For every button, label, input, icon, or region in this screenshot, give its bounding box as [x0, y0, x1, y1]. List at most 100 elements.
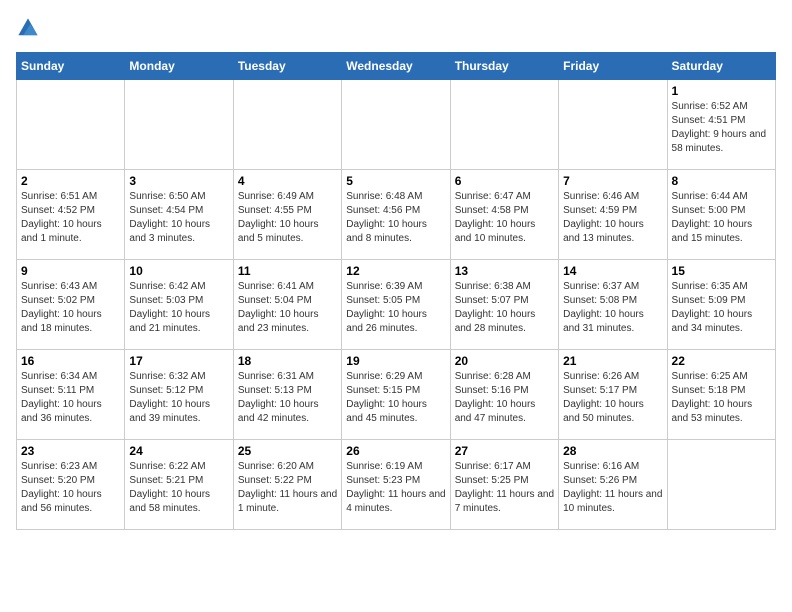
weekday-header-friday: Friday — [559, 53, 667, 80]
calendar-cell: 28 Sunrise: 6:16 AMSunset: 5:26 PMDayligh… — [559, 440, 667, 530]
day-number: 5 — [346, 174, 445, 188]
calendar-cell: 9 Sunrise: 6:43 AMSunset: 5:02 PMDaylight… — [17, 260, 125, 350]
calendar-cell: 20 Sunrise: 6:28 AMSunset: 5:16 PMDayligh… — [450, 350, 558, 440]
calendar-cell — [233, 80, 341, 170]
calendar-table: SundayMondayTuesdayWednesdayThursdayFrid… — [16, 52, 776, 530]
day-info: Sunrise: 6:29 AMSunset: 5:15 PMDaylight:… — [346, 370, 445, 426]
day-number: 25 — [238, 444, 337, 458]
day-info: Sunrise: 6:19 AMSunset: 5:23 PMDaylight:… — [346, 460, 445, 516]
calendar-cell: 15 Sunrise: 6:35 AMSunset: 5:09 PMDayligh… — [667, 260, 775, 350]
day-number: 10 — [129, 264, 228, 278]
calendar-cell: 10 Sunrise: 6:42 AMSunset: 5:03 PMDayligh… — [125, 260, 233, 350]
calendar-cell: 8 Sunrise: 6:44 AMSunset: 5:00 PMDaylight… — [667, 170, 775, 260]
day-info: Sunrise: 6:28 AMSunset: 5:16 PMDaylight:… — [455, 370, 554, 426]
day-number: 9 — [21, 264, 120, 278]
weekday-header-row: SundayMondayTuesdayWednesdayThursdayFrid… — [17, 53, 776, 80]
calendar-cell: 11 Sunrise: 6:41 AMSunset: 5:04 PMDayligh… — [233, 260, 341, 350]
calendar-cell: 26 Sunrise: 6:19 AMSunset: 5:23 PMDayligh… — [342, 440, 450, 530]
day-number: 21 — [563, 354, 662, 368]
day-info: Sunrise: 6:37 AMSunset: 5:08 PMDaylight:… — [563, 280, 662, 336]
day-info: Sunrise: 6:26 AMSunset: 5:17 PMDaylight:… — [563, 370, 662, 426]
day-number: 2 — [21, 174, 120, 188]
day-info: Sunrise: 6:22 AMSunset: 5:21 PMDaylight:… — [129, 460, 228, 516]
day-number: 14 — [563, 264, 662, 278]
day-number: 6 — [455, 174, 554, 188]
calendar-cell: 2 Sunrise: 6:51 AMSunset: 4:52 PMDaylight… — [17, 170, 125, 260]
day-info: Sunrise: 6:17 AMSunset: 5:25 PMDaylight:… — [455, 460, 554, 516]
day-number: 13 — [455, 264, 554, 278]
day-number: 3 — [129, 174, 228, 188]
day-number: 16 — [21, 354, 120, 368]
calendar-cell — [125, 80, 233, 170]
day-info: Sunrise: 6:23 AMSunset: 5:20 PMDaylight:… — [21, 460, 120, 516]
calendar-cell: 24 Sunrise: 6:22 AMSunset: 5:21 PMDayligh… — [125, 440, 233, 530]
day-info: Sunrise: 6:32 AMSunset: 5:12 PMDaylight:… — [129, 370, 228, 426]
day-info: Sunrise: 6:43 AMSunset: 5:02 PMDaylight:… — [21, 280, 120, 336]
day-info: Sunrise: 6:39 AMSunset: 5:05 PMDaylight:… — [346, 280, 445, 336]
calendar-cell: 25 Sunrise: 6:20 AMSunset: 5:22 PMDayligh… — [233, 440, 341, 530]
calendar-cell — [17, 80, 125, 170]
day-info: Sunrise: 6:34 AMSunset: 5:11 PMDaylight:… — [21, 370, 120, 426]
day-number: 28 — [563, 444, 662, 458]
week-row-2: 2 Sunrise: 6:51 AMSunset: 4:52 PMDaylight… — [17, 170, 776, 260]
calendar-cell — [342, 80, 450, 170]
calendar-cell: 17Sunrise: 6:32 AMSunset: 5:12 PMDayligh… — [125, 350, 233, 440]
weekday-header-tuesday: Tuesday — [233, 53, 341, 80]
day-info: Sunrise: 6:44 AMSunset: 5:00 PMDaylight:… — [672, 190, 771, 246]
calendar-cell — [559, 80, 667, 170]
day-number: 19 — [346, 354, 445, 368]
day-info: Sunrise: 6:42 AMSunset: 5:03 PMDaylight:… — [129, 280, 228, 336]
day-info: Sunrise: 6:47 AMSunset: 4:58 PMDaylight:… — [455, 190, 554, 246]
calendar-cell: 7 Sunrise: 6:46 AMSunset: 4:59 PMDaylight… — [559, 170, 667, 260]
day-number: 12 — [346, 264, 445, 278]
day-info: Sunrise: 6:49 AMSunset: 4:55 PMDaylight:… — [238, 190, 337, 246]
day-number: 23 — [21, 444, 120, 458]
weekday-header-thursday: Thursday — [450, 53, 558, 80]
day-info: Sunrise: 6:35 AMSunset: 5:09 PMDaylight:… — [672, 280, 771, 336]
calendar-cell: 4 Sunrise: 6:49 AMSunset: 4:55 PMDaylight… — [233, 170, 341, 260]
day-number: 27 — [455, 444, 554, 458]
day-number: 24 — [129, 444, 228, 458]
day-info: Sunrise: 6:16 AMSunset: 5:26 PMDaylight:… — [563, 460, 662, 516]
day-number: 4 — [238, 174, 337, 188]
calendar-cell — [667, 440, 775, 530]
calendar-cell: 12 Sunrise: 6:39 AMSunset: 5:05 PMDayligh… — [342, 260, 450, 350]
week-row-5: 23 Sunrise: 6:23 AMSunset: 5:20 PMDayligh… — [17, 440, 776, 530]
calendar-cell: 1 Sunrise: 6:52 AMSunset: 4:51 PMDaylight… — [667, 80, 775, 170]
day-number: 18 — [238, 354, 337, 368]
calendar-cell: 5 Sunrise: 6:48 AMSunset: 4:56 PMDaylight… — [342, 170, 450, 260]
day-number: 26 — [346, 444, 445, 458]
day-number: 8 — [672, 174, 771, 188]
day-number: 7 — [563, 174, 662, 188]
weekday-header-saturday: Saturday — [667, 53, 775, 80]
day-info: Sunrise: 6:46 AMSunset: 4:59 PMDaylight:… — [563, 190, 662, 246]
calendar-cell: 13 Sunrise: 6:38 AMSunset: 5:07 PMDayligh… — [450, 260, 558, 350]
day-number: 20 — [455, 354, 554, 368]
day-number: 15 — [672, 264, 771, 278]
week-row-3: 9 Sunrise: 6:43 AMSunset: 5:02 PMDaylight… — [17, 260, 776, 350]
calendar-cell: 23 Sunrise: 6:23 AMSunset: 5:20 PMDayligh… — [17, 440, 125, 530]
calendar-cell: 22Sunrise: 6:25 AMSunset: 5:18 PMDayligh… — [667, 350, 775, 440]
week-row-1: 1 Sunrise: 6:52 AMSunset: 4:51 PMDaylight… — [17, 80, 776, 170]
calendar-cell: 16 Sunrise: 6:34 AMSunset: 5:11 PMDayligh… — [17, 350, 125, 440]
calendar-cell: 6 Sunrise: 6:47 AMSunset: 4:58 PMDaylight… — [450, 170, 558, 260]
day-number: 1 — [672, 84, 771, 98]
logo — [16, 16, 44, 40]
calendar-cell: 14 Sunrise: 6:37 AMSunset: 5:08 PMDayligh… — [559, 260, 667, 350]
calendar-cell: 3 Sunrise: 6:50 AMSunset: 4:54 PMDaylight… — [125, 170, 233, 260]
week-row-4: 16 Sunrise: 6:34 AMSunset: 5:11 PMDayligh… — [17, 350, 776, 440]
day-number: 11 — [238, 264, 337, 278]
day-info: Sunrise: 6:52 AMSunset: 4:51 PMDaylight:… — [672, 100, 771, 156]
day-info: Sunrise: 6:50 AMSunset: 4:54 PMDaylight:… — [129, 190, 228, 246]
day-info: Sunrise: 6:20 AMSunset: 5:22 PMDaylight:… — [238, 460, 337, 516]
day-info: Sunrise: 6:38 AMSunset: 5:07 PMDaylight:… — [455, 280, 554, 336]
calendar-cell: 19 Sunrise: 6:29 AMSunset: 5:15 PMDayligh… — [342, 350, 450, 440]
day-info: Sunrise: 6:41 AMSunset: 5:04 PMDaylight:… — [238, 280, 337, 336]
calendar-cell: 21 Sunrise: 6:26 AMSunset: 5:17 PMDayligh… — [559, 350, 667, 440]
logo-icon — [16, 16, 40, 40]
day-info: Sunrise: 6:48 AMSunset: 4:56 PMDaylight:… — [346, 190, 445, 246]
weekday-header-sunday: Sunday — [17, 53, 125, 80]
calendar-cell: 27 Sunrise: 6:17 AMSunset: 5:25 PMDayligh… — [450, 440, 558, 530]
day-info: Sunrise: 6:51 AMSunset: 4:52 PMDaylight:… — [21, 190, 120, 246]
calendar-cell: 18Sunrise: 6:31 AMSunset: 5:13 PMDayligh… — [233, 350, 341, 440]
